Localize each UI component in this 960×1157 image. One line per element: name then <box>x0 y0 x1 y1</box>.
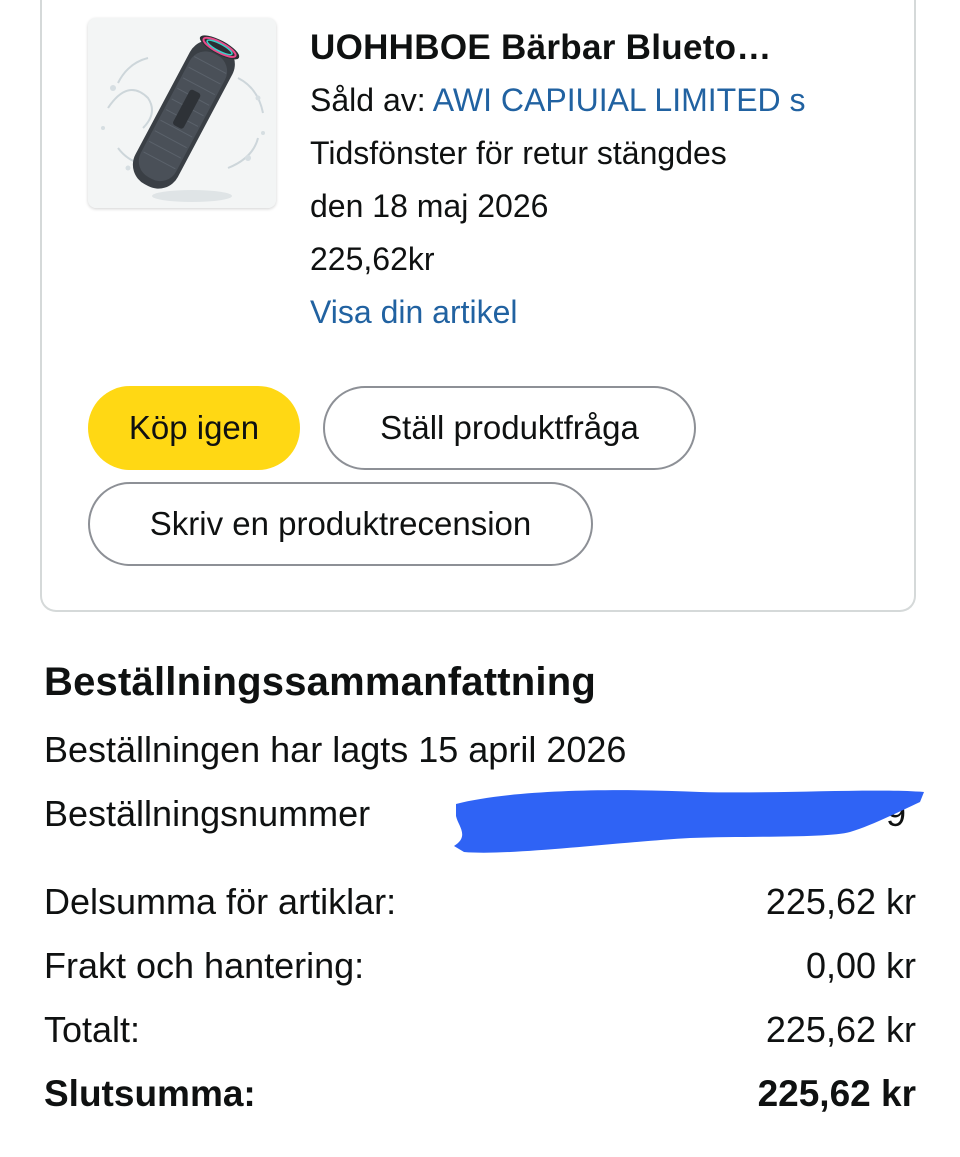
sold-by-label: Såld av: <box>310 82 433 118</box>
product-details: UOHHBOE Bärbar Blueto… Såld av: AWI CAPI… <box>310 22 910 339</box>
order-summary-title: Beställningssammanfattning <box>44 660 596 704</box>
order-number-label: Beställningsnummer <box>44 793 371 834</box>
return-window-line-2: den 18 maj 2026 <box>310 188 549 224</box>
sold-by-line: Såld av: AWI CAPIUIAL LIMITED s <box>310 74 910 127</box>
order-placed-date: Beställningen har lagts 15 april 2026 <box>44 729 627 770</box>
total-row: Totalt: 225,62 kr <box>44 1004 916 1056</box>
total-value: 225,62 kr <box>765 1009 916 1050</box>
subtotal-label: Delsumma för artiklar: <box>44 881 397 922</box>
shipping-value: 0,00 kr <box>805 945 916 986</box>
shipping-row: Frakt och hantering: 0,00 kr <box>44 940 916 992</box>
subtotal-row: Delsumma för artiklar: 225,62 kr <box>44 876 916 928</box>
view-item-link[interactable]: Visa din artikel <box>310 286 910 339</box>
shipping-label: Frakt och hantering: <box>44 945 365 986</box>
ask-product-question-button[interactable]: Ställ produktfråga <box>323 386 696 470</box>
total-label: Totalt: <box>44 1009 141 1050</box>
grand-total-label: Slutsumma: <box>44 1073 256 1114</box>
product-thumbnail[interactable] <box>88 18 276 208</box>
order-number-redaction <box>454 790 924 853</box>
product-price: 225,62kr <box>310 241 435 277</box>
grand-total-value: 225,62 kr <box>757 1073 916 1114</box>
grand-total-row: Slutsumma: 225,62 kr <box>44 1068 916 1120</box>
return-window-line-1: Tidsfönster för retur stängdes <box>310 135 727 171</box>
product-title[interactable]: UOHHBOE Bärbar Blueto… <box>310 22 870 74</box>
bluetooth-speaker-image <box>88 18 276 208</box>
seller-link[interactable]: AWI CAPIUIAL LIMITED s <box>433 82 806 118</box>
write-product-review-button[interactable]: Skriv en produktrecension <box>88 482 593 566</box>
subtotal-value: 225,62 kr <box>765 881 916 922</box>
buy-again-button[interactable]: Köp igen <box>88 386 300 470</box>
